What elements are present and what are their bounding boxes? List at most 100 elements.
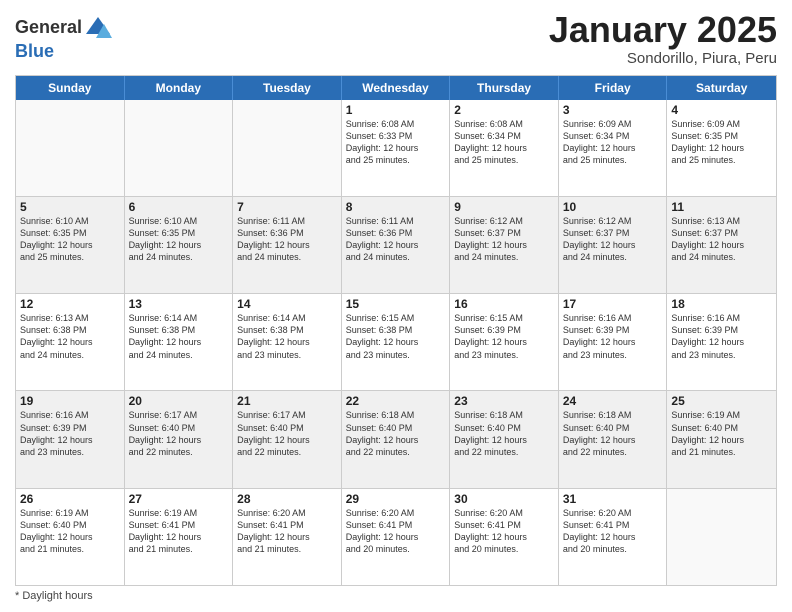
weekday-header-friday: Friday	[559, 76, 668, 100]
cal-cell: 27Sunrise: 6:19 AM Sunset: 6:41 PM Dayli…	[125, 489, 234, 585]
day-number: 14	[237, 297, 337, 311]
cal-cell: 31Sunrise: 6:20 AM Sunset: 6:41 PM Dayli…	[559, 489, 668, 585]
cell-info: Sunrise: 6:20 AM Sunset: 6:41 PM Dayligh…	[346, 507, 446, 556]
cell-info: Sunrise: 6:19 AM Sunset: 6:41 PM Dayligh…	[129, 507, 229, 556]
cal-cell: 25Sunrise: 6:19 AM Sunset: 6:40 PM Dayli…	[667, 391, 776, 487]
cal-cell: 14Sunrise: 6:14 AM Sunset: 6:38 PM Dayli…	[233, 294, 342, 390]
cal-cell	[667, 489, 776, 585]
day-number: 23	[454, 394, 554, 408]
weekday-header-sunday: Sunday	[16, 76, 125, 100]
calendar: SundayMondayTuesdayWednesdayThursdayFrid…	[15, 75, 777, 586]
cal-cell: 21Sunrise: 6:17 AM Sunset: 6:40 PM Dayli…	[233, 391, 342, 487]
cell-info: Sunrise: 6:08 AM Sunset: 6:33 PM Dayligh…	[346, 118, 446, 167]
cal-cell: 29Sunrise: 6:20 AM Sunset: 6:41 PM Dayli…	[342, 489, 451, 585]
cal-cell: 4Sunrise: 6:09 AM Sunset: 6:35 PM Daylig…	[667, 100, 776, 196]
month-title: January 2025	[549, 10, 777, 50]
cal-cell	[233, 100, 342, 196]
cal-cell: 8Sunrise: 6:11 AM Sunset: 6:36 PM Daylig…	[342, 197, 451, 293]
cal-cell: 30Sunrise: 6:20 AM Sunset: 6:41 PM Dayli…	[450, 489, 559, 585]
day-number: 7	[237, 200, 337, 214]
day-number: 11	[671, 200, 772, 214]
week-row-5: 26Sunrise: 6:19 AM Sunset: 6:40 PM Dayli…	[16, 488, 776, 585]
cal-cell: 6Sunrise: 6:10 AM Sunset: 6:35 PM Daylig…	[125, 197, 234, 293]
cal-cell: 24Sunrise: 6:18 AM Sunset: 6:40 PM Dayli…	[559, 391, 668, 487]
day-number: 26	[20, 492, 120, 506]
cal-cell: 1Sunrise: 6:08 AM Sunset: 6:33 PM Daylig…	[342, 100, 451, 196]
day-number: 29	[346, 492, 446, 506]
day-number: 13	[129, 297, 229, 311]
cell-info: Sunrise: 6:13 AM Sunset: 6:37 PM Dayligh…	[671, 215, 772, 264]
day-number: 17	[563, 297, 663, 311]
cal-cell: 11Sunrise: 6:13 AM Sunset: 6:37 PM Dayli…	[667, 197, 776, 293]
cal-cell: 2Sunrise: 6:08 AM Sunset: 6:34 PM Daylig…	[450, 100, 559, 196]
day-number: 3	[563, 103, 663, 117]
cal-cell: 18Sunrise: 6:16 AM Sunset: 6:39 PM Dayli…	[667, 294, 776, 390]
daylight-label: Daylight hours	[22, 590, 92, 602]
cal-cell: 17Sunrise: 6:16 AM Sunset: 6:39 PM Dayli…	[559, 294, 668, 390]
day-number: 28	[237, 492, 337, 506]
calendar-header: SundayMondayTuesdayWednesdayThursdayFrid…	[16, 76, 776, 100]
cal-cell	[16, 100, 125, 196]
page: General Blue January 2025 Sondorillo, Pi…	[0, 0, 792, 612]
day-number: 27	[129, 492, 229, 506]
cell-info: Sunrise: 6:14 AM Sunset: 6:38 PM Dayligh…	[237, 312, 337, 361]
day-number: 9	[454, 200, 554, 214]
day-number: 10	[563, 200, 663, 214]
cell-info: Sunrise: 6:09 AM Sunset: 6:35 PM Dayligh…	[671, 118, 772, 167]
cell-info: Sunrise: 6:17 AM Sunset: 6:40 PM Dayligh…	[129, 409, 229, 458]
cell-info: Sunrise: 6:16 AM Sunset: 6:39 PM Dayligh…	[20, 409, 120, 458]
footer-note: * Daylight hours	[15, 586, 777, 602]
weekday-header-tuesday: Tuesday	[233, 76, 342, 100]
cell-info: Sunrise: 6:13 AM Sunset: 6:38 PM Dayligh…	[20, 312, 120, 361]
logo-icon	[84, 14, 112, 42]
day-number: 6	[129, 200, 229, 214]
logo-blue: Blue	[15, 41, 54, 61]
cell-info: Sunrise: 6:18 AM Sunset: 6:40 PM Dayligh…	[563, 409, 663, 458]
cell-info: Sunrise: 6:17 AM Sunset: 6:40 PM Dayligh…	[237, 409, 337, 458]
cal-cell: 22Sunrise: 6:18 AM Sunset: 6:40 PM Dayli…	[342, 391, 451, 487]
week-row-1: 1Sunrise: 6:08 AM Sunset: 6:33 PM Daylig…	[16, 100, 776, 196]
week-row-3: 12Sunrise: 6:13 AM Sunset: 6:38 PM Dayli…	[16, 293, 776, 390]
cal-cell: 3Sunrise: 6:09 AM Sunset: 6:34 PM Daylig…	[559, 100, 668, 196]
cell-info: Sunrise: 6:11 AM Sunset: 6:36 PM Dayligh…	[237, 215, 337, 264]
cell-info: Sunrise: 6:20 AM Sunset: 6:41 PM Dayligh…	[563, 507, 663, 556]
cal-cell: 26Sunrise: 6:19 AM Sunset: 6:40 PM Dayli…	[16, 489, 125, 585]
cell-info: Sunrise: 6:19 AM Sunset: 6:40 PM Dayligh…	[671, 409, 772, 458]
cell-info: Sunrise: 6:11 AM Sunset: 6:36 PM Dayligh…	[346, 215, 446, 264]
cell-info: Sunrise: 6:10 AM Sunset: 6:35 PM Dayligh…	[129, 215, 229, 264]
header: General Blue January 2025 Sondorillo, Pi…	[15, 10, 777, 67]
cell-info: Sunrise: 6:12 AM Sunset: 6:37 PM Dayligh…	[454, 215, 554, 264]
day-number: 21	[237, 394, 337, 408]
day-number: 16	[454, 297, 554, 311]
day-number: 4	[671, 103, 772, 117]
cell-info: Sunrise: 6:15 AM Sunset: 6:38 PM Dayligh…	[346, 312, 446, 361]
cal-cell	[125, 100, 234, 196]
day-number: 2	[454, 103, 554, 117]
cal-cell: 10Sunrise: 6:12 AM Sunset: 6:37 PM Dayli…	[559, 197, 668, 293]
cal-cell: 15Sunrise: 6:15 AM Sunset: 6:38 PM Dayli…	[342, 294, 451, 390]
day-number: 24	[563, 394, 663, 408]
cal-cell: 9Sunrise: 6:12 AM Sunset: 6:37 PM Daylig…	[450, 197, 559, 293]
week-row-4: 19Sunrise: 6:16 AM Sunset: 6:39 PM Dayli…	[16, 390, 776, 487]
cal-cell: 5Sunrise: 6:10 AM Sunset: 6:35 PM Daylig…	[16, 197, 125, 293]
weekday-header-thursday: Thursday	[450, 76, 559, 100]
cell-info: Sunrise: 6:08 AM Sunset: 6:34 PM Dayligh…	[454, 118, 554, 167]
cell-info: Sunrise: 6:16 AM Sunset: 6:39 PM Dayligh…	[563, 312, 663, 361]
cal-cell: 28Sunrise: 6:20 AM Sunset: 6:41 PM Dayli…	[233, 489, 342, 585]
calendar-body: 1Sunrise: 6:08 AM Sunset: 6:33 PM Daylig…	[16, 100, 776, 585]
cell-info: Sunrise: 6:18 AM Sunset: 6:40 PM Dayligh…	[346, 409, 446, 458]
day-number: 5	[20, 200, 120, 214]
cal-cell: 20Sunrise: 6:17 AM Sunset: 6:40 PM Dayli…	[125, 391, 234, 487]
logo-general: General	[15, 18, 82, 38]
day-number: 20	[129, 394, 229, 408]
cell-info: Sunrise: 6:12 AM Sunset: 6:37 PM Dayligh…	[563, 215, 663, 264]
week-row-2: 5 Sunrise: 6:10 AM Sunset: 6:35 PM Daylig…	[16, 196, 776, 293]
cell-info: Sunrise: 6:19 AM Sunset: 6:40 PM Dayligh…	[20, 507, 120, 556]
location-subtitle: Sondorillo, Piura, Peru	[549, 50, 777, 67]
day-number: 22	[346, 394, 446, 408]
day-number: 25	[671, 394, 772, 408]
cell-info: Sunrise: 6:16 AM Sunset: 6:39 PM Dayligh…	[671, 312, 772, 361]
cell-info: Sunrise: 6:20 AM Sunset: 6:41 PM Dayligh…	[454, 507, 554, 556]
cal-cell: 13Sunrise: 6:14 AM Sunset: 6:38 PM Dayli…	[125, 294, 234, 390]
cal-cell: 16Sunrise: 6:15 AM Sunset: 6:39 PM Dayli…	[450, 294, 559, 390]
